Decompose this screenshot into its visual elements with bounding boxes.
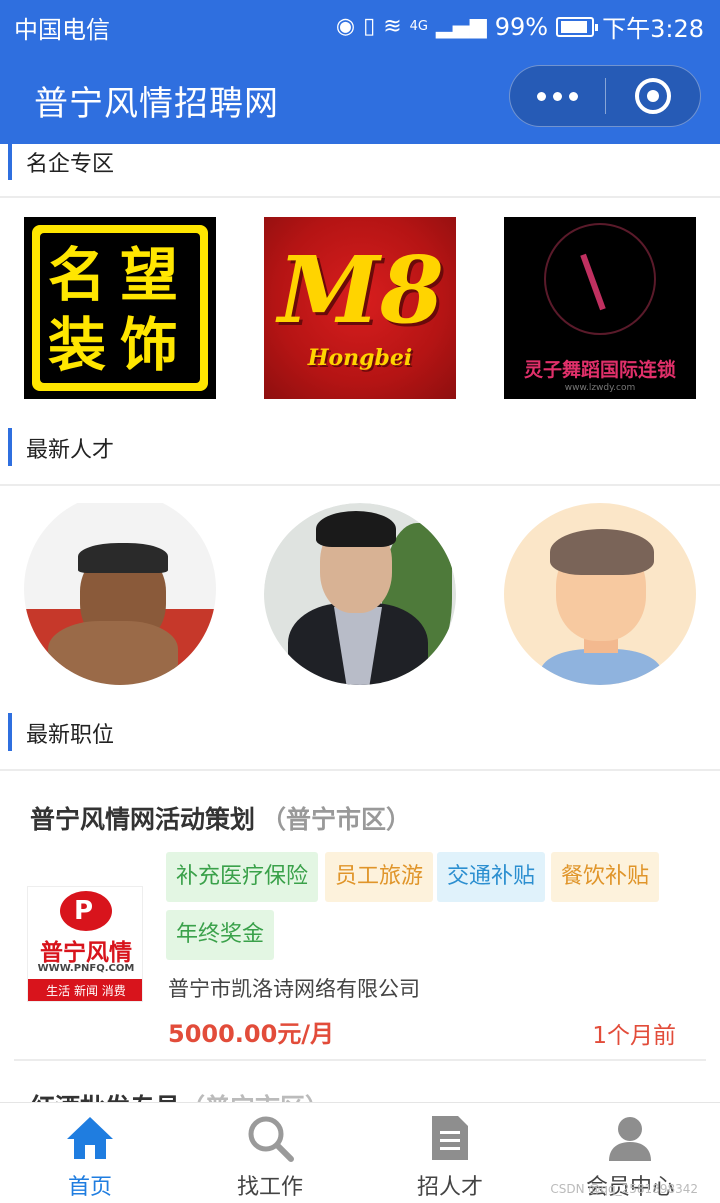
clock: 下午3:28	[602, 15, 704, 43]
section-title: 最新人才	[26, 438, 115, 463]
tab-label: 首页	[67, 1175, 112, 1200]
search-icon	[248, 1116, 294, 1162]
document-icon	[432, 1116, 468, 1160]
battery-icon	[556, 16, 599, 37]
company-name: 普宁市凯洛诗网络有限公司	[168, 977, 420, 1001]
status-bar: 中国电信 ◉ ▯ ≋ 4G ▂▄▆ 99% 下午3:28	[0, 0, 720, 50]
hd-call-icon: ◉	[335, 14, 356, 39]
section-header-talent: 最新人才	[0, 418, 720, 486]
job-location: （普宁市区）	[180, 1093, 330, 1102]
talent-avatar[interactable]	[24, 503, 216, 685]
posted-time: 1个月前	[592, 1023, 676, 1049]
signal-bars-icon: ▂▄▆	[435, 14, 487, 39]
battery-percent: 99%	[494, 12, 549, 41]
talent-avatar-default[interactable]	[504, 503, 696, 685]
carrier-label: 中国电信	[14, 16, 110, 44]
tab-home[interactable]: 首页	[0, 1103, 180, 1203]
dot-icon	[553, 91, 562, 101]
tab-label: 招人才	[416, 1175, 483, 1200]
company-logo-pnfq: P 普宁风情 WWW.PNFQ.COM 生活 新闻 消费	[27, 886, 143, 1002]
salary: 5000.00元/月	[168, 1020, 335, 1048]
user-icon	[609, 1117, 651, 1161]
job-title: 普宁风情网活动策划	[30, 805, 256, 834]
section-title: 最新职位	[26, 723, 115, 748]
section-accent-bar	[8, 713, 12, 751]
job-location: （普宁市区）	[261, 805, 412, 834]
company-logo-lingzi[interactable]: 灵子舞蹈国际连锁 www.lzwdy.com	[504, 217, 696, 399]
tab-find-job[interactable]: 找工作	[180, 1103, 360, 1203]
section-accent-bar	[8, 144, 12, 180]
job-title: 红酒批发专员	[30, 1093, 180, 1102]
signal-icon: 4G	[409, 18, 428, 34]
company-logo-m8[interactable]: M8 Hongbei	[264, 217, 456, 399]
miniprogram-capsule	[509, 65, 701, 127]
benefit-tag: 补充医疗保险	[166, 852, 319, 902]
job-card-partial[interactable]: 红酒批发专员（普宁市区）	[0, 1086, 720, 1102]
benefit-tag: 年终奖金	[166, 910, 275, 960]
home-icon	[67, 1117, 113, 1159]
status-indicators: ◉ ▯ ≋ 4G ▂▄▆ 99% 下午3:28	[336, 9, 704, 44]
divider	[14, 1059, 706, 1061]
benefit-tag: 交通补贴	[437, 852, 546, 902]
benefit-tag: 员工旅游	[325, 852, 434, 902]
section-title: 名企专区	[26, 152, 115, 177]
close-button[interactable]	[606, 66, 700, 126]
watermark: CSDN @qq_2581898342	[550, 1182, 698, 1196]
more-button[interactable]	[510, 66, 605, 126]
section-accent-bar	[8, 428, 12, 466]
title-bar: 普宁风情招聘网	[0, 50, 720, 144]
tab-find-talent[interactable]: 招人才	[360, 1103, 540, 1203]
talent-avatar[interactable]	[264, 503, 456, 685]
dot-icon	[537, 91, 546, 101]
section-header-companies: 名企专区	[0, 144, 720, 198]
vibrate-icon: ▯	[363, 14, 376, 39]
tab-label: 找工作	[236, 1175, 303, 1200]
dancer-emblem-icon	[544, 223, 656, 335]
job-title-row: 普宁风情网活动策划 （普宁市区）	[30, 800, 411, 836]
wifi-icon: ≋	[383, 14, 402, 39]
target-icon	[635, 78, 671, 114]
page-title: 普宁风情招聘网	[34, 84, 279, 124]
section-header-jobs: 最新职位	[0, 703, 720, 771]
benefit-tag: 餐饮补贴	[551, 852, 660, 902]
dot-icon	[569, 91, 578, 101]
company-logo-mingwang[interactable]: 名 望 装 饰	[24, 217, 216, 399]
